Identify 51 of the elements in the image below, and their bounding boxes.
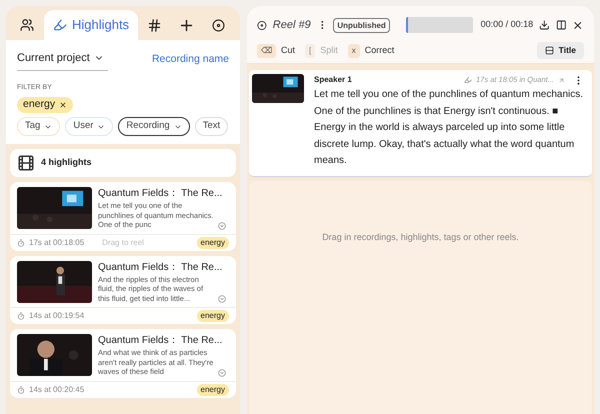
status-badge: Unpublished xyxy=(333,18,390,32)
speaker-name: Speaker 1 xyxy=(314,74,352,86)
highlight-title: Quantum Fields： The Re... xyxy=(98,334,224,347)
title-button[interactable]: Title xyxy=(536,42,584,59)
summary-text: 4 highlights xyxy=(41,156,92,170)
filter-chip[interactable]: energy xyxy=(17,97,74,113)
drag-hint: Drag to reel xyxy=(102,236,144,248)
highlighter-icon xyxy=(52,18,67,32)
reel-icon xyxy=(212,18,225,32)
timer-icon xyxy=(17,386,25,394)
shortcut-key: ⌫ xyxy=(257,44,276,58)
clips-icon xyxy=(17,154,35,172)
tag-chip[interactable]: energy xyxy=(196,310,229,322)
highlight-time: 14s at 00:20:45 xyxy=(29,384,84,396)
highlight-title: Quantum Fields： The Re... xyxy=(98,260,224,274)
clip-card[interactable] xyxy=(249,70,592,176)
title-icon xyxy=(544,46,554,55)
reel-title: Reel #9 xyxy=(272,18,311,33)
remove-icon xyxy=(59,101,68,109)
highlight-time: 17s at 00:18:05 xyxy=(29,236,84,248)
playback-track[interactable] xyxy=(406,17,473,33)
filter-dropdown[interactable]: User xyxy=(65,117,114,136)
clip-transcript: Let me tell you one of the punchlines of quantum mechanics. One of the punchlines is that Energy isn't continuous. ■ Energy in the world is always parceled up into some little discrete lump. Okay, that's actually what the word quantum means. xyxy=(314,88,584,168)
highlighter-icon xyxy=(464,76,472,84)
playback-time: 00:00 / 00:18 xyxy=(480,18,534,32)
timer-icon xyxy=(17,238,25,246)
tag-chip[interactable]: energy xyxy=(196,236,229,248)
highlight-title: Quantum Fields： The Re... xyxy=(98,187,224,200)
edit-tool-button[interactable]: ⌫ Cut xyxy=(257,44,296,58)
reel-icon xyxy=(257,20,267,30)
project-dropdown[interactable]: Current project xyxy=(17,50,108,70)
expand-icon[interactable] xyxy=(218,222,226,230)
people-icon xyxy=(20,18,34,32)
expand-icon[interactable] xyxy=(218,368,226,376)
filter-dropdown[interactable]: Tag xyxy=(17,117,60,136)
expand-icon[interactable] xyxy=(218,295,226,303)
timer-icon xyxy=(17,312,25,320)
sort-link[interactable]: Recording name xyxy=(152,52,229,68)
tag-chip[interactable]: energy xyxy=(196,384,229,396)
drop-hint: Drag in recordings, highlights, tags or other reels. xyxy=(322,230,519,244)
filter-dropdown[interactable]: Text xyxy=(194,117,228,136)
edit-tool-button[interactable]: x Correct xyxy=(348,44,394,58)
download-icon[interactable] xyxy=(539,19,550,31)
open-link-icon[interactable] xyxy=(558,76,565,84)
shortcut-key: [ xyxy=(305,44,316,58)
shortcut-key: x xyxy=(348,44,360,58)
hash-icon xyxy=(147,18,162,32)
panel-tab[interactable]: Highlights xyxy=(44,10,138,40)
panel-toggle-icon[interactable] xyxy=(556,19,566,31)
highlight-time: 14s at 00:19:54 xyxy=(29,310,84,322)
filter-dropdown[interactable]: Recording xyxy=(118,117,190,136)
